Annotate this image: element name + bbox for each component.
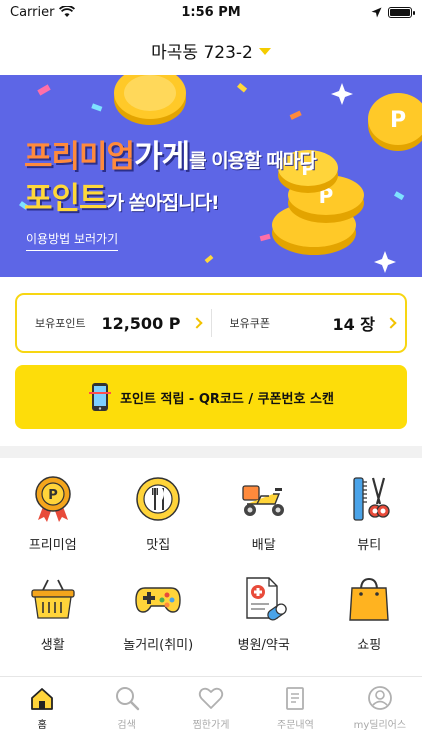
banner-headline-2: 포인트가 쏟아집니다!	[24, 173, 220, 218]
basket-icon	[31, 579, 75, 619]
scan-button[interactable]: 포인트 적립 - QR코드 / 쿠폰번호 스캔	[15, 365, 407, 429]
user-icon	[367, 686, 392, 710]
category-beauty[interactable]: 뷰티	[317, 468, 422, 568]
category-label: 쇼핑	[357, 638, 382, 653]
points-card: 보유포인트 12,500 P 보유쿠폰 14 장	[15, 293, 407, 353]
location-label: 마곡동 723-2	[151, 42, 253, 63]
beauty-comb-scissors-icon	[353, 477, 390, 521]
category-premium[interactable]: P 프리미엄	[0, 468, 106, 568]
tab-label: 홈	[37, 720, 47, 731]
promo-banner[interactable]: P P P 프리미엄가게를 이용할 때마다 포인트가 쏟아집니다! 이용방법 보…	[0, 75, 422, 277]
category-hobby[interactable]: 놀거리(취미)	[106, 568, 212, 668]
section-divider	[0, 446, 422, 458]
banner-howto-link[interactable]: 이용방법 보러가기	[26, 230, 119, 251]
category-label: 병원/약국	[237, 638, 290, 653]
premium-badge-icon: P	[35, 476, 71, 522]
category-shopping[interactable]: 쇼핑	[317, 568, 422, 668]
chevron-right-icon	[190, 317, 203, 329]
tab-label: my딜리어스	[353, 720, 407, 731]
battery-icon	[388, 6, 415, 18]
tab-label: 찜한가게	[192, 720, 230, 731]
heart-icon	[198, 687, 224, 709]
svg-text:P: P	[48, 488, 58, 503]
dining-plate-icon	[136, 477, 180, 521]
status-right	[371, 6, 415, 18]
category-label: 배달	[251, 538, 276, 553]
home-icon	[31, 688, 54, 710]
coupon-balance[interactable]: 보유쿠폰 14 장	[212, 295, 406, 351]
coupons-value: 14 장	[332, 315, 375, 334]
phone-scan-icon	[89, 383, 112, 411]
status-bar: Carrier 1:56 PM	[0, 0, 422, 24]
tab-label: 검색	[117, 720, 136, 731]
chevron-right-icon	[385, 317, 397, 329]
search-icon	[115, 687, 139, 711]
tab-favorites[interactable]: 찜한가게	[169, 677, 253, 750]
tab-label: 주문내역	[277, 720, 314, 731]
banner-highlight-points: 포인트	[24, 181, 108, 217]
points-value: 12,500 P	[101, 313, 181, 333]
coupons-label: 보유쿠폰	[229, 317, 270, 330]
scan-button-label: 포인트 적립 - QR코드 / 쿠폰번호 스캔	[120, 391, 334, 407]
category-label: 뷰티	[357, 538, 382, 553]
banner-word-store: 가게	[134, 139, 190, 175]
location-selector[interactable]: 마곡동 723-2	[0, 34, 422, 66]
banner-highlight-premium: 프리미엄	[24, 139, 135, 175]
location-arrow-icon	[371, 7, 382, 17]
banner-text-1: 를 이용할 때마다	[189, 150, 317, 172]
tab-home[interactable]: 홈	[0, 677, 84, 750]
svg-text:P: P	[390, 108, 406, 133]
category-delivery[interactable]: 배달	[211, 468, 317, 568]
banner-text-2: 가 쏟아집니다!	[106, 192, 220, 214]
category-dining[interactable]: 맛집	[106, 468, 212, 568]
category-label: 생활	[40, 638, 65, 653]
delivery-scooter-icon	[242, 485, 284, 516]
tab-orders[interactable]: 주문내역	[253, 677, 337, 750]
category-grid: P 프리미엄 맛집 배달 뷰티 생활 놀거리(취미) 병원/약국 쇼핑	[0, 468, 422, 668]
medical-pill-icon	[246, 577, 287, 621]
points-balance[interactable]: 보유포인트 12,500 P	[17, 295, 211, 351]
status-time: 1:56 PM	[181, 4, 241, 20]
caret-down-icon	[258, 47, 271, 55]
category-label: 놀거리(취미)	[123, 638, 194, 653]
receipt-icon	[286, 687, 305, 710]
tab-my-page[interactable]: my딜리어스	[338, 677, 422, 750]
category-medical[interactable]: 병원/약국	[211, 568, 317, 668]
points-label: 보유포인트	[35, 317, 86, 330]
category-label: 맛집	[146, 538, 171, 553]
banner-headline-1: 프리미엄가게를 이용할 때마다	[24, 131, 317, 176]
gamepad-icon	[135, 587, 181, 613]
category-label: 프리미엄	[28, 538, 77, 553]
tab-search[interactable]: 검색	[84, 677, 168, 750]
bottom-tab-bar: 홈 검색 찜한가게 주문내역 my딜리어스	[0, 676, 422, 750]
shopping-bag-icon	[349, 577, 389, 621]
category-living[interactable]: 생활	[0, 568, 106, 668]
